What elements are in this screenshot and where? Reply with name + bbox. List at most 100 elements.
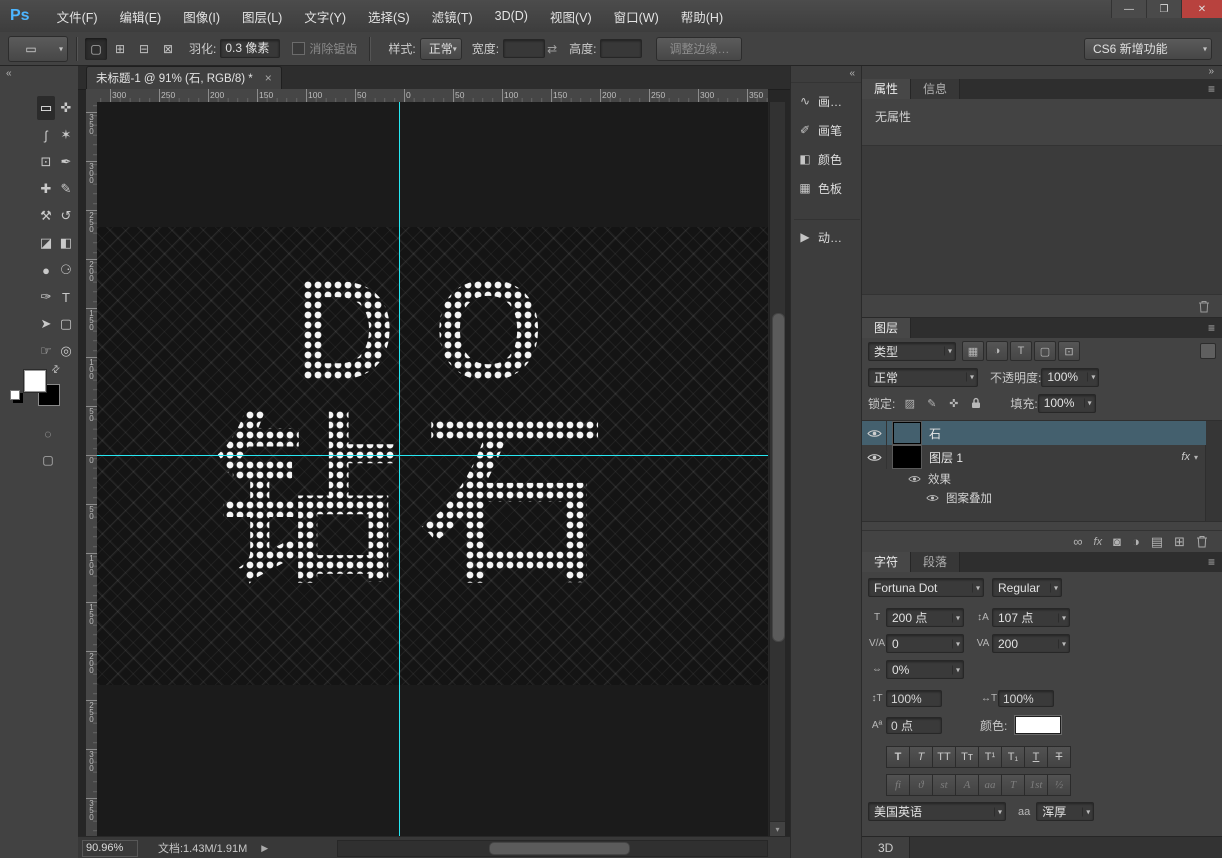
canvas-viewport[interactable]: DO 钻石 bbox=[97, 102, 768, 836]
tab-paragraph[interactable]: 段落 bbox=[911, 552, 960, 572]
brush-tool[interactable]: ✎ bbox=[57, 177, 75, 201]
swap-colors-icon[interactable]: ⇄ bbox=[49, 363, 63, 377]
minimize-button[interactable]: — bbox=[1111, 0, 1146, 18]
layer-fx-badge[interactable]: fx bbox=[1181, 451, 1190, 463]
filter-pixel-layers-icon[interactable]: ▦ bbox=[962, 341, 984, 361]
quick-mask-button[interactable]: ◌ bbox=[38, 424, 58, 444]
leading-input[interactable]: 107 点 bbox=[992, 608, 1070, 627]
width-input[interactable] bbox=[503, 39, 545, 58]
pattern-overlay-row[interactable]: 图案叠加 bbox=[862, 488, 1206, 507]
shape-tool[interactable]: ▢ bbox=[57, 312, 75, 336]
eraser-tool[interactable]: ◪ bbox=[37, 231, 55, 255]
visibility-eye-icon[interactable] bbox=[862, 421, 887, 445]
menu-item-9[interactable]: 视图(V) bbox=[539, 7, 603, 26]
layer-filter-toggle[interactable] bbox=[1200, 343, 1216, 359]
tab-character[interactable]: 字符 bbox=[862, 552, 911, 572]
new-adjustment-layer-icon[interactable]: ◑ bbox=[1132, 534, 1140, 549]
filter-type-dropdown[interactable]: 类型 bbox=[868, 342, 956, 361]
lock-image-pixels-icon[interactable]: ✎ bbox=[923, 397, 940, 410]
blend-mode-dropdown[interactable]: 正常 bbox=[868, 368, 978, 387]
collapsed-panel-actions[interactable]: ▶动… bbox=[794, 219, 860, 250]
swap-width-height-icon[interactable]: ⇄ bbox=[547, 42, 557, 56]
filter-type-layers-icon[interactable]: T bbox=[1010, 341, 1032, 361]
titling-alternates-button[interactable]: T bbox=[1002, 774, 1025, 796]
collapsed-panel-brush-presets[interactable]: ∿画… bbox=[794, 88, 860, 114]
layer-thumbnail[interactable] bbox=[893, 422, 921, 444]
dodge-tool[interactable]: ⚆ bbox=[57, 258, 75, 282]
panel-menu-icon[interactable]: ≡ bbox=[1208, 555, 1215, 569]
filter-adjustment-layers-icon[interactable]: ◑ bbox=[986, 341, 1008, 361]
blur-tool[interactable]: ● bbox=[37, 258, 55, 282]
fill-input[interactable]: 100% bbox=[1038, 394, 1096, 413]
layer-row-shi[interactable]: 石 bbox=[862, 421, 1206, 445]
tracking-input[interactable]: 200 bbox=[992, 634, 1070, 653]
kerning-input[interactable]: 0 bbox=[886, 634, 964, 653]
menu-item-10[interactable]: 窗口(W) bbox=[603, 7, 670, 26]
tsume-input[interactable]: 0% bbox=[886, 660, 964, 679]
all-caps-button[interactable]: TT bbox=[933, 746, 956, 768]
lock-position-icon[interactable]: ✜ bbox=[945, 397, 962, 410]
type-tool[interactable]: T bbox=[57, 285, 75, 309]
fractions-button[interactable]: ½ bbox=[1048, 774, 1071, 796]
subscript-button[interactable]: T₁ bbox=[1002, 746, 1025, 768]
menu-item-6[interactable]: 选择(S) bbox=[357, 7, 421, 26]
filter-smart-objects-icon[interactable]: ⊡ bbox=[1058, 341, 1080, 361]
filter-shape-layers-icon[interactable]: ▢ bbox=[1034, 341, 1056, 361]
discretionary-ligatures-button[interactable]: st bbox=[933, 774, 956, 796]
screen-mode-button[interactable]: ▢ bbox=[38, 450, 58, 470]
menu-item-3[interactable]: 图像(I) bbox=[172, 7, 231, 26]
font-size-input[interactable]: 200 点 bbox=[886, 608, 964, 627]
antialias-dropdown[interactable]: 浑厚 bbox=[1036, 802, 1094, 821]
ligatures-button[interactable]: fi bbox=[886, 774, 910, 796]
tab-info[interactable]: 信息 bbox=[911, 79, 960, 99]
lasso-tool[interactable]: ʃ bbox=[37, 123, 55, 147]
zoom-level-input[interactable]: 90.96% bbox=[82, 840, 138, 857]
add-layer-style-icon[interactable]: fx bbox=[1094, 536, 1103, 548]
refine-edge-button[interactable]: 调整边缘… bbox=[656, 37, 742, 61]
collapsed-panel-brush[interactable]: ✐画笔 bbox=[794, 117, 860, 143]
tab-properties[interactable]: 属性 bbox=[862, 79, 911, 99]
delete-layer-icon[interactable] bbox=[1196, 535, 1208, 548]
subtract-selection-mode-button[interactable]: ⊟ bbox=[133, 38, 155, 60]
visibility-eye-icon[interactable] bbox=[908, 475, 921, 483]
foreground-color-swatch[interactable] bbox=[24, 370, 46, 392]
text-color-swatch[interactable] bbox=[1015, 716, 1061, 734]
new-selection-mode-button[interactable]: ▢ bbox=[85, 38, 107, 60]
default-colors-icon[interactable] bbox=[10, 390, 20, 400]
intersect-selection-mode-button[interactable]: ⊠ bbox=[157, 38, 179, 60]
contextual-alternates-button[interactable]: ϑ bbox=[910, 774, 933, 796]
underline-button[interactable]: T bbox=[1025, 746, 1048, 768]
crop-tool[interactable]: ⊡ bbox=[37, 150, 55, 174]
add-selection-mode-button[interactable]: ⊞ bbox=[109, 38, 131, 60]
baseline-shift-input[interactable]: 0 点 bbox=[886, 717, 942, 734]
layer-name[interactable]: 石 bbox=[929, 425, 941, 442]
magic-wand-tool[interactable]: ✶ bbox=[57, 123, 75, 147]
pen-tool[interactable]: ✑ bbox=[37, 285, 55, 309]
cs6-new-features-dropdown[interactable]: CS6 新增功能 bbox=[1084, 38, 1212, 60]
effects-row[interactable]: 效果 bbox=[862, 469, 1206, 488]
height-input[interactable] bbox=[600, 39, 642, 58]
font-style-dropdown[interactable]: Regular bbox=[992, 578, 1062, 597]
vertical-scrollbar[interactable]: ▾ bbox=[769, 102, 785, 836]
maximize-button[interactable]: ❐ bbox=[1146, 0, 1181, 18]
zoom-tool[interactable]: ◎ bbox=[57, 339, 75, 363]
strikethrough-button[interactable]: T bbox=[1048, 746, 1071, 768]
superscript-button[interactable]: T¹ bbox=[979, 746, 1002, 768]
menu-item-1[interactable]: 文件(F) bbox=[46, 7, 109, 26]
hand-tool[interactable]: ☞ bbox=[37, 339, 55, 363]
panel-menu-icon[interactable]: ≡ bbox=[1208, 321, 1215, 335]
delete-icon[interactable] bbox=[1198, 300, 1210, 313]
vertical-scrollbar-thumb[interactable] bbox=[772, 313, 785, 642]
stylistic-alternates-button[interactable]: aa bbox=[979, 774, 1002, 796]
layer-list-scrollbar[interactable] bbox=[1205, 421, 1222, 521]
expand-panels-icon[interactable]: « bbox=[791, 66, 861, 83]
layer-name[interactable]: 图层 1 bbox=[929, 449, 963, 466]
panel-menu-icon[interactable]: ≡ bbox=[1208, 82, 1215, 96]
font-family-dropdown[interactable]: Fortuna Dot bbox=[868, 578, 984, 597]
swash-button[interactable]: A bbox=[956, 774, 979, 796]
document-tab[interactable]: 未标题-1 @ 91% (石, RGB/8) * × bbox=[86, 66, 282, 89]
layer-row-layer1[interactable]: 图层 1 fx ▾ bbox=[862, 445, 1206, 469]
new-group-icon[interactable]: ▤ bbox=[1151, 534, 1163, 550]
small-caps-button[interactable]: Tᴛ bbox=[956, 746, 979, 768]
status-options-icon[interactable]: ▶ bbox=[261, 843, 268, 854]
